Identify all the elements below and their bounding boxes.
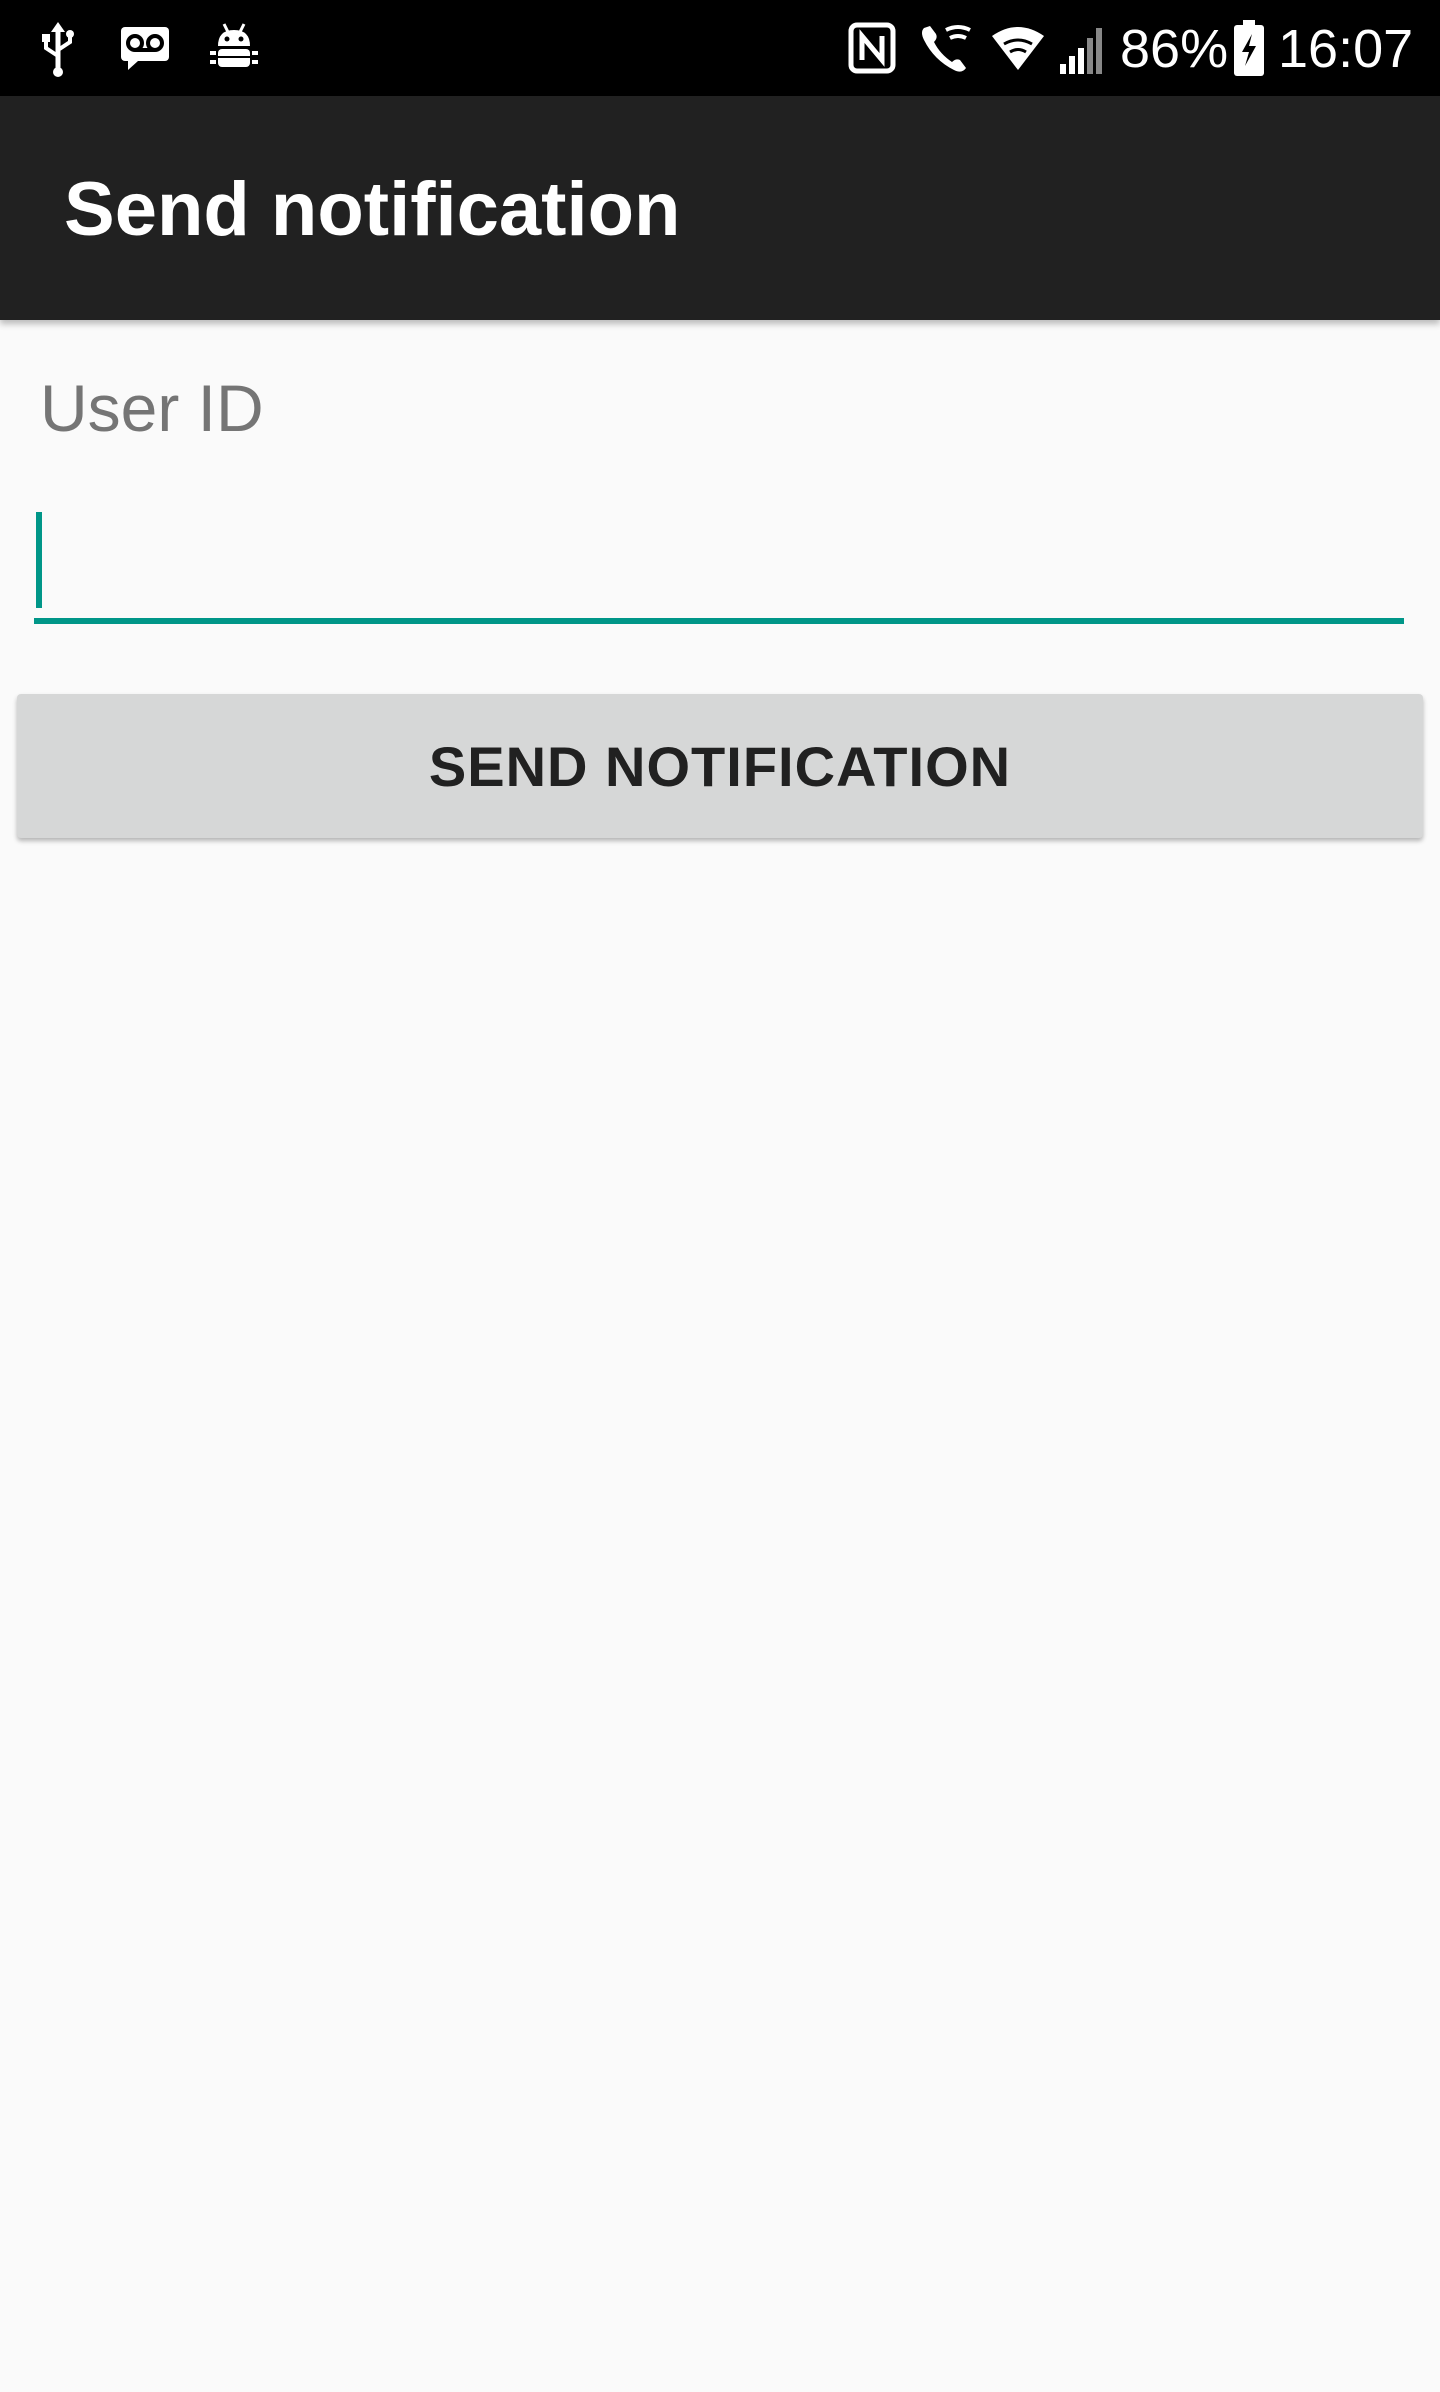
battery-charging-icon	[1232, 20, 1266, 78]
wifi-calling-icon	[918, 22, 972, 74]
android-debug-icon	[210, 22, 258, 74]
text-cursor	[36, 512, 42, 608]
usb-icon	[38, 22, 78, 78]
send-notification-button[interactable]: SEND NOTIFICATION	[17, 694, 1423, 838]
user-id-input-underline	[34, 618, 1404, 624]
battery-percent: 86%	[1120, 19, 1229, 79]
nfc-icon	[848, 22, 896, 74]
user-id-field-wrapper[interactable]	[34, 506, 1404, 624]
status-time: 16:07	[1278, 19, 1414, 79]
user-id-input[interactable]	[34, 506, 1404, 618]
status-bar: 86% 16:07	[0, 0, 1440, 96]
app-bar: Send notification	[0, 96, 1440, 320]
user-id-label: User ID	[40, 371, 264, 445]
page-title: Send notification	[64, 167, 681, 252]
wifi-icon	[990, 26, 1046, 70]
signal-icon	[1058, 22, 1108, 74]
voicemail-icon	[120, 26, 170, 70]
